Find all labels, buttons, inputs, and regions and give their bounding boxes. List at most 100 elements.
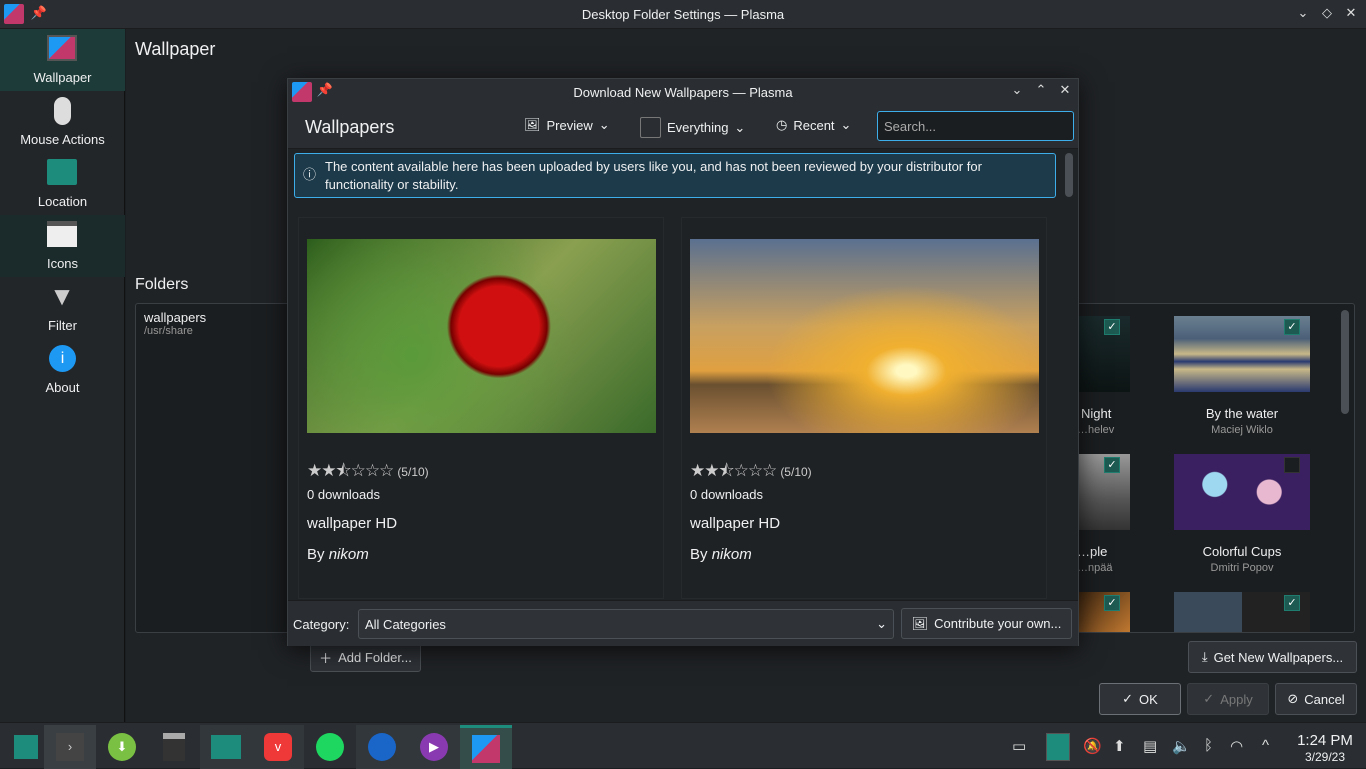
maximize-button[interactable]: ◇ bbox=[1318, 5, 1336, 23]
item-name: wallpaper HD bbox=[690, 515, 781, 532]
checkbox[interactable]: ✓ bbox=[1104, 457, 1120, 473]
item-name: wallpaper HD bbox=[307, 515, 398, 532]
minimize-button[interactable]: ⌄ bbox=[1008, 82, 1026, 100]
search-input[interactable]: Search... bbox=[877, 111, 1074, 141]
clipboard-icon[interactable]: ▤ bbox=[1143, 737, 1157, 755]
image-icon: 🖼 bbox=[524, 117, 541, 132]
thunderbird-icon[interactable] bbox=[356, 725, 408, 769]
upload-image-icon: 🖼 bbox=[911, 615, 929, 631]
wallpaper-name: By the water bbox=[1205, 406, 1279, 421]
volume-icon[interactable]: 🔈 bbox=[1172, 737, 1191, 755]
wallpaper-card[interactable]: ★★⯪☆☆☆ (5/10) 0 downloads wallpaper HD By… bbox=[681, 217, 1047, 599]
calculator-icon[interactable] bbox=[148, 725, 200, 769]
author-name[interactable]: nikom bbox=[329, 546, 369, 563]
category-value: All Categories bbox=[365, 617, 446, 632]
file-manager-icon[interactable] bbox=[200, 725, 252, 769]
folder-name: wallpapers bbox=[144, 310, 207, 325]
updates-icon[interactable]: ⬆ bbox=[1113, 737, 1126, 755]
clock-date[interactable]: 3/29/23 bbox=[1290, 750, 1360, 764]
by-label: By bbox=[690, 546, 708, 563]
show-desktop-icon[interactable]: ▭ bbox=[1012, 737, 1026, 755]
wallpaper-name: …ple bbox=[1077, 544, 1108, 559]
item-author: By nikom bbox=[307, 546, 369, 563]
media-player-icon[interactable]: ▶ bbox=[408, 725, 460, 769]
scrollbar[interactable] bbox=[1065, 153, 1073, 197]
checkbox[interactable]: ✓ bbox=[1284, 319, 1300, 335]
contribute-label: Contribute your own... bbox=[934, 616, 1062, 631]
cancel-label: Cancel bbox=[1304, 691, 1345, 707]
category-label: Category: bbox=[293, 617, 350, 632]
checkbox[interactable]: ✓ bbox=[1104, 595, 1120, 611]
close-button[interactable]: ✕ bbox=[1342, 5, 1360, 23]
konsole-icon[interactable]: › bbox=[44, 725, 96, 769]
author-name[interactable]: nikom bbox=[712, 546, 752, 563]
rating-text: (5/10) bbox=[780, 465, 812, 479]
view-mode-dropdown[interactable]: 🖼 Preview ⌄ bbox=[524, 117, 610, 133]
notifications-icon[interactable]: 🔕 bbox=[1083, 737, 1102, 755]
checkbox[interactable]: ✓ bbox=[1284, 457, 1300, 473]
sidebar-item-wallpaper[interactable]: Wallpaper bbox=[0, 29, 125, 91]
vivaldi-icon[interactable]: v bbox=[252, 725, 304, 769]
desktop-settings-icon[interactable] bbox=[460, 725, 512, 769]
wallpaper-thumb[interactable] bbox=[1075, 454, 1130, 530]
contribute-button[interactable]: 🖼 Contribute your own... bbox=[901, 608, 1072, 639]
wallpaper-card[interactable]: ★★⯪☆☆☆ (5/10) 0 downloads wallpaper HD By… bbox=[298, 217, 664, 599]
folder-item[interactable]: wallpapers/usr/share bbox=[144, 310, 206, 337]
checkbox-icon bbox=[640, 117, 661, 138]
sidebar-item-location[interactable]: Location bbox=[0, 153, 125, 215]
downloader-icon[interactable]: ⬇ bbox=[96, 725, 148, 769]
wallpaper-name: Night bbox=[1081, 406, 1112, 421]
page-title: Wallpaper bbox=[135, 39, 216, 59]
apply-button[interactable]: ✓ Apply bbox=[1187, 683, 1269, 715]
wallpaper-preview[interactable] bbox=[690, 239, 1039, 433]
window-title: Desktop Folder Settings — Plasma bbox=[581, 7, 785, 22]
clock-time[interactable]: 1:24 PM bbox=[1290, 732, 1360, 749]
wifi-icon[interactable]: ◠ bbox=[1230, 737, 1243, 755]
rating-stars: ★★⯪☆☆☆ (5/10) bbox=[690, 461, 812, 480]
cancel-button[interactable]: ⊘ Cancel bbox=[1275, 683, 1357, 715]
checkbox[interactable]: ✓ bbox=[1104, 319, 1120, 335]
icons-icon bbox=[47, 221, 77, 247]
category-select[interactable]: All Categories ⌄ bbox=[358, 609, 894, 639]
wallpaper-icon bbox=[47, 35, 77, 61]
filter-dropdown[interactable]: Everything ⌄ bbox=[640, 117, 745, 138]
clock-icon: ◷ bbox=[776, 117, 788, 132]
wallpaper-preview[interactable] bbox=[307, 239, 656, 433]
bluetooth-icon[interactable]: ᛒ bbox=[1204, 737, 1213, 754]
sidebar-item-icons[interactable]: Icons bbox=[0, 215, 125, 277]
filter-icon: ▼ bbox=[49, 281, 75, 311]
sidebar-item-mouse-actions[interactable]: Mouse Actions bbox=[0, 91, 125, 153]
download-count: 0 downloads bbox=[307, 487, 380, 502]
minimize-button[interactable]: ⌄ bbox=[1294, 5, 1312, 23]
sidebar-item-label: Wallpaper bbox=[33, 70, 92, 85]
taskbar: › ⬇ v ▶ ▭ 🔕 ⬆ ▤ 🔈 ᛒ ◠ ^ 1:24 PM 3/29/23 bbox=[0, 722, 1366, 769]
folders-heading: Folders bbox=[135, 276, 189, 293]
add-folder-label: Add Folder... bbox=[338, 650, 412, 665]
ok-button[interactable]: ✓ OK bbox=[1099, 683, 1181, 715]
scrollbar[interactable] bbox=[1341, 310, 1349, 414]
get-new-wallpapers-button[interactable]: ⤓ Get New Wallpapers... bbox=[1188, 641, 1357, 673]
wallpaper-author: Dmitri Popov bbox=[1210, 562, 1274, 574]
apply-label: Apply bbox=[1220, 691, 1253, 707]
pager-icon[interactable] bbox=[1046, 733, 1070, 761]
ok-label: OK bbox=[1139, 691, 1158, 707]
close-button[interactable]: ✕ bbox=[1056, 82, 1074, 100]
by-label: By bbox=[307, 546, 325, 563]
rating-stars: ★★⯪☆☆☆ (5/10) bbox=[307, 461, 429, 480]
checkbox[interactable]: ✓ bbox=[1284, 595, 1300, 611]
download-icon: ⤓ bbox=[1201, 649, 1208, 664]
spotify-icon[interactable] bbox=[304, 725, 356, 769]
item-author: By nikom bbox=[690, 546, 752, 563]
maximize-button[interactable]: ⌃ bbox=[1032, 82, 1050, 100]
sidebar-item-label: Mouse Actions bbox=[20, 132, 105, 147]
wallpaper-thumb[interactable] bbox=[1075, 592, 1130, 632]
sidebar: Wallpaper Mouse Actions Location Icons ▼… bbox=[0, 29, 125, 722]
wallpaper-thumb[interactable] bbox=[1075, 316, 1130, 392]
sidebar-item-filter[interactable]: ▼ Filter bbox=[0, 277, 125, 339]
expand-tray-icon[interactable]: ^ bbox=[1262, 737, 1269, 754]
chevron-down-icon: ⌄ bbox=[734, 119, 746, 135]
add-folder-button[interactable]: ＋ Add Folder... bbox=[310, 643, 421, 672]
sidebar-item-label: Icons bbox=[46, 256, 79, 271]
sort-dropdown[interactable]: ◷ Recent ⌄ bbox=[776, 117, 851, 133]
sidebar-item-about[interactable]: i About bbox=[0, 339, 125, 401]
